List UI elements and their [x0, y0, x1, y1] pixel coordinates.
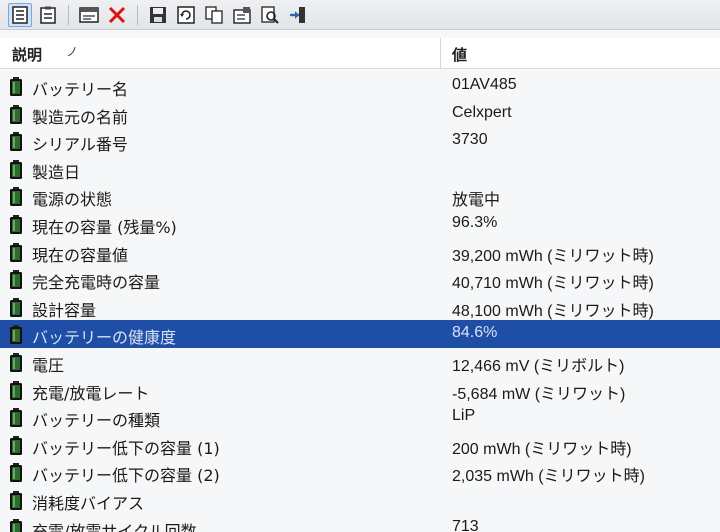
list-item[interactable]: 消耗度バイアス: [0, 486, 720, 514]
battery-icon: [9, 518, 23, 532]
property-list: バッテリー名 01AV485 製造元の名前 Celxpert シリアル番号 3730 製造日…: [0, 72, 720, 532]
property-label: 現在の容量 (残量%): [32, 217, 177, 237]
property-label: 現在の容量値: [32, 245, 129, 265]
property-label: 電源の状態: [32, 190, 113, 210]
battery-info-window: 説明 ノ 値 バッテリー名 01AV485 製造元の名前 Celxpert シリアル番号…: [0, 0, 720, 532]
exit-icon[interactable]: [286, 3, 310, 27]
refresh-icon[interactable]: [174, 3, 198, 27]
column-divider[interactable]: [440, 38, 441, 68]
property-label: バッテリーの健康度: [32, 328, 177, 348]
property-label: バッテリーの種類: [32, 411, 161, 431]
html-report-icon[interactable]: [77, 3, 101, 27]
property-label: 充電/放電レート: [32, 383, 150, 403]
property-value: 放電中: [452, 192, 501, 210]
property-label: 完全充電時の容量: [32, 273, 161, 293]
property-label: バッテリー低下の容量 (2): [32, 466, 220, 486]
battery-icon: [9, 490, 23, 511]
column-header: 説明 ノ 値: [0, 38, 720, 69]
delete-icon[interactable]: [105, 3, 129, 27]
list-item[interactable]: バッテリーの種類 LiP: [0, 403, 720, 431]
toolbar: [0, 0, 720, 30]
list-item[interactable]: バッテリー名 01AV485: [0, 72, 720, 100]
list-item[interactable]: 設計容量 48,100 mWh (ミリワット時): [0, 293, 720, 321]
property-label: バッテリー名: [32, 80, 129, 99]
list-item[interactable]: バッテリー低下の容量 (2) 2,035 mWh (ミリワット時): [0, 458, 720, 486]
property-value: 3730: [452, 131, 488, 149]
property-value: 200 mWh (ミリワット時): [452, 440, 632, 458]
property-label: 製造元の名前: [32, 107, 129, 127]
battery-icon: [9, 159, 23, 180]
property-value: Celxpert: [452, 103, 512, 121]
toolbar-separator: [68, 4, 69, 25]
property-label: バッテリー低下の容量 (1): [32, 438, 220, 458]
property-label: 製造日: [32, 162, 81, 182]
battery-icon: [9, 187, 23, 207]
list-item[interactable]: 電源の状態 放電中: [0, 182, 720, 210]
property-value: 48,100 mWh (ミリワット時): [452, 302, 654, 320]
battery-icon: [9, 463, 23, 483]
property-value: 713: [452, 517, 479, 532]
property-value: 40,710 mWh (ミリワット時): [452, 275, 654, 293]
list-item[interactable]: バッテリーの健康度 84.6%: [0, 320, 720, 348]
battery-icon: [9, 325, 23, 345]
battery-icon: [9, 435, 23, 456]
property-value: -5,684 mW (ミリワット): [452, 385, 626, 403]
sort-indicator-icon: ノ: [66, 45, 79, 59]
properties-icon[interactable]: [230, 3, 254, 27]
list-item[interactable]: 現在の容量 (残量%) 96.3%: [0, 210, 720, 238]
battery-icon: [9, 408, 23, 428]
toolbar-separator: [137, 4, 138, 25]
battery-icon: [9, 242, 23, 263]
battery-icon: [9, 132, 23, 152]
battery-icon: [9, 380, 23, 401]
clipboard-icon[interactable]: [36, 3, 60, 27]
find-icon[interactable]: [258, 3, 282, 27]
property-value: 96.3%: [452, 213, 498, 231]
property-label: シリアル番号: [32, 135, 128, 155]
property-value: 84.6%: [452, 324, 498, 342]
list-item[interactable]: シリアル番号 3730: [0, 127, 720, 155]
battery-icon: [9, 270, 23, 290]
property-label: 消耗度バイアス: [32, 493, 145, 513]
property-value: LiP: [452, 407, 476, 425]
property-label: 電圧: [32, 355, 65, 375]
battery-icon: [9, 352, 23, 373]
property-value: 39,200 mWh (ミリワット時): [452, 247, 654, 265]
save-icon[interactable]: [146, 3, 170, 27]
property-value: 12,466 mV (ミリボルト): [452, 357, 625, 375]
list-item[interactable]: 製造日: [0, 155, 720, 183]
property-value: 2,035 mWh (ミリワット時): [452, 468, 645, 486]
property-label: 設計容量: [32, 300, 97, 320]
list-item[interactable]: 現在の容量値 39,200 mWh (ミリワット時): [0, 238, 720, 266]
column-header-value[interactable]: 値: [452, 44, 467, 65]
copy-icon[interactable]: [202, 3, 226, 27]
battery-icon: [9, 104, 23, 125]
list-item[interactable]: 製造元の名前 Celxpert: [0, 100, 720, 128]
report-view-icon[interactable]: [8, 2, 32, 27]
list-item[interactable]: 電圧 12,466 mV (ミリボルト): [0, 348, 720, 376]
list-item[interactable]: 完全充電時の容量 40,710 mWh (ミリワット時): [0, 265, 720, 293]
property-label: 充電/放電サイクル回数: [32, 521, 197, 532]
property-value: 01AV485: [452, 76, 517, 93]
list-item[interactable]: 充電/放電レート -5,684 mW (ミリワット): [0, 376, 720, 404]
list-item[interactable]: バッテリー低下の容量 (1) 200 mWh (ミリワット時): [0, 431, 720, 459]
battery-icon: [9, 77, 23, 97]
battery-icon: [9, 297, 23, 318]
list-item[interactable]: 充電/放電サイクル回数 713: [0, 514, 720, 532]
column-header-description[interactable]: 説明: [12, 44, 42, 65]
battery-icon: [9, 214, 23, 235]
